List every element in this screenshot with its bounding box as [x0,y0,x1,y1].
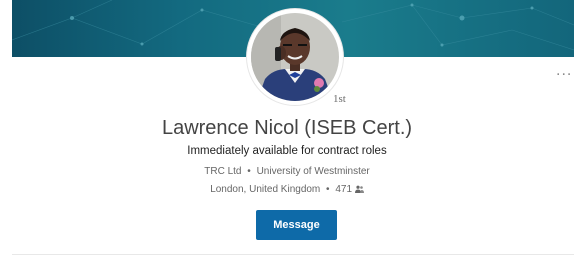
profile-photo-frame[interactable] [247,9,343,105]
school-link[interactable]: University of Westminster [257,166,370,177]
avatar[interactable] [251,13,339,101]
connections-count[interactable]: 471 [335,184,352,195]
message-button[interactable]: Message [256,210,337,240]
profile-name: Lawrence Nicol (ISEB Cert.) [161,117,413,139]
profile-card: 1st ... Lawrence Nicol (ISEB Cert.) Imme… [0,0,574,256]
people-icon [354,184,364,195]
profile-location: London, United Kingdom [210,184,321,195]
separator-dot: • [326,184,330,195]
company-link[interactable]: TRC Ltd [204,166,241,177]
profile-education-line: TRC Ltd • University of Westminster [0,166,574,177]
profile-headline: Immediately available for contract roles [187,145,387,157]
connection-degree-badge: 1st [333,93,346,105]
more-icon[interactable]: ... [556,63,572,79]
profile-location-line: London, United Kingdom • 471 [0,184,574,195]
divider [12,254,574,255]
separator-dot: • [247,166,251,177]
